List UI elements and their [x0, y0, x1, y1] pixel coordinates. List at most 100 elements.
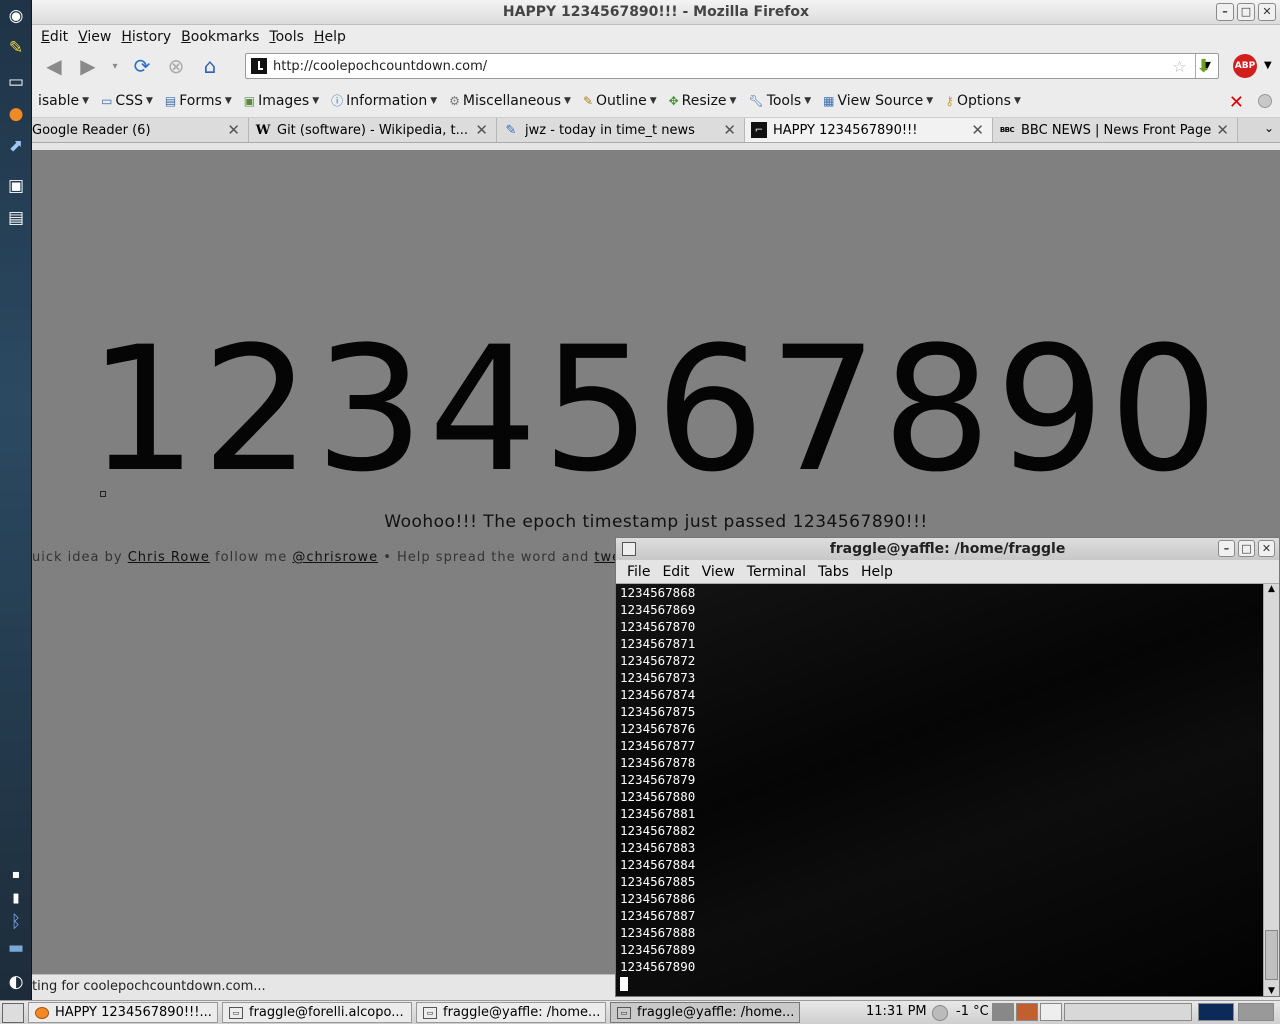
tab-jwz[interactable]: ✎ jwz - today in time_t news ✕: [497, 118, 745, 142]
terminal-line: 1234567890: [620, 959, 696, 974]
chevron-down-icon: ▼: [82, 95, 90, 106]
workspace-2[interactable]: [1016, 1003, 1038, 1021]
signal-icon[interactable]: ▮: [3, 886, 29, 910]
terminal-window-icon[interactable]: [622, 542, 636, 556]
twitter-handle-link[interactable]: @chrisrowe: [292, 550, 378, 565]
woohoo-message: Woohoo!!! The epoch timestamp just passe…: [384, 512, 928, 532]
chevron-down-icon: ▼: [1013, 95, 1021, 106]
wd-outline-menu[interactable]: ✎ Outline ▼: [577, 93, 663, 109]
disk-launcher-icon[interactable]: ▣: [3, 174, 29, 198]
menu-tools[interactable]: Tools: [264, 29, 309, 45]
workspace-4[interactable]: [1064, 1003, 1192, 1021]
scroll-up-icon[interactable]: ▲: [1264, 584, 1279, 594]
taskbar-item-terminal-yaffle-2[interactable]: ▭ fraggle@yaffle: /home...: [610, 1002, 800, 1023]
terminal-titlebar[interactable]: fraggle@yaffle: /home/fraggle – □ ✕: [616, 538, 1279, 560]
terminal-line: 1234567886: [620, 891, 696, 906]
terminal-line: 1234567871: [620, 636, 696, 651]
tab-happy-epoch[interactable]: ⌐ HAPPY 1234567890!!! ✕: [745, 118, 993, 142]
wd-css-menu[interactable]: ▭ CSS ▼: [95, 93, 159, 109]
bookmark-star-icon[interactable]: ☆: [1172, 57, 1186, 76]
adblock-plus-icon[interactable]: ABP: [1233, 54, 1257, 78]
show-desktop-icon[interactable]: [2, 1002, 24, 1023]
maximize-button[interactable]: □: [1237, 3, 1255, 21]
terminal-window[interactable]: fraggle@yaffle: /home/fraggle – □ ✕ File…: [615, 537, 1280, 997]
terminal-maximize-button[interactable]: □: [1238, 540, 1255, 557]
tab-git-wikipedia[interactable]: W Git (software) - Wikipedia, t... ✕: [249, 118, 497, 142]
close-tab-icon[interactable]: ✕: [1216, 121, 1229, 139]
terminal-line: 1234567876: [620, 721, 696, 736]
window-titlebar[interactable]: HAPPY 1234567890!!! - Mozilla Firefox – …: [32, 0, 1280, 25]
tab-bbc-news[interactable]: BBC BBC NEWS | News Front Page ✕: [993, 118, 1238, 142]
clock[interactable]: 11:31 PM: [866, 1004, 927, 1019]
history-dropdown-icon[interactable]: ▾: [108, 52, 122, 80]
taskbar-item-terminal-yaffle-1[interactable]: ▭ fraggle@yaffle: /home...: [416, 1002, 606, 1023]
ubuntu-menu-icon[interactable]: ◉: [3, 4, 29, 28]
volume-control-icon[interactable]: ▪: [3, 862, 29, 886]
tab-google-reader[interactable]: Google Reader (6) ✕: [32, 118, 249, 142]
url-bar[interactable]: http://coolepochcountdown.com/ ☆ ▼: [245, 53, 1219, 79]
wd-miscellaneous-menu[interactable]: ⚙ Miscellaneous ▼: [443, 93, 577, 109]
stop-button-icon[interactable]: ⊗: [162, 52, 190, 80]
terminal-scrollbar[interactable]: ▲ ▼: [1263, 584, 1279, 996]
menu-edit[interactable]: Edit: [36, 29, 73, 45]
download-icon[interactable]: ⬇: [1196, 56, 1211, 77]
terminal-launcher-icon[interactable]: ▭: [3, 70, 29, 94]
lock-screen-icon[interactable]: ▤: [3, 206, 29, 230]
terminal-menu-edit[interactable]: Edit: [657, 564, 696, 580]
close-tab-icon[interactable]: ✕: [227, 121, 240, 139]
close-toolbar-icon[interactable]: ✕: [1229, 92, 1244, 113]
system-monitor-graph[interactable]: [1198, 1003, 1234, 1021]
terminal-close-button[interactable]: ✕: [1258, 540, 1275, 557]
wd-images-menu[interactable]: ▣ Images ▼: [238, 93, 325, 109]
menu-bookmarks[interactable]: Bookmarks: [176, 29, 264, 45]
wd-tools-menu[interactable]: 🔧︎ Tools ▼: [742, 93, 817, 109]
wd-resize-menu[interactable]: ✥ Resize ▼: [663, 93, 743, 109]
terminal-menu-help[interactable]: Help: [856, 564, 900, 580]
tab-list-chevron-icon[interactable]: ⌄: [1264, 121, 1274, 135]
network-launcher-icon[interactable]: ⬈: [3, 134, 29, 158]
wd-disable-menu[interactable]: isable ▼: [32, 93, 95, 109]
home-button-icon[interactable]: ⌂: [196, 52, 224, 80]
close-tab-icon[interactable]: ✕: [723, 121, 736, 139]
workspace-3[interactable]: [1040, 1003, 1062, 1021]
folder-icon[interactable]: ▬: [3, 936, 29, 960]
terminal-menu-terminal[interactable]: Terminal: [742, 564, 813, 580]
terminal-line: 1234567885: [620, 874, 696, 889]
menu-help[interactable]: Help: [309, 29, 351, 45]
terminal-line: 1234567878: [620, 755, 696, 770]
pencil-icon: ✎: [505, 122, 517, 138]
scroll-down-icon[interactable]: ▼: [1264, 986, 1279, 996]
author-link[interactable]: Chris Rowe: [128, 550, 210, 565]
terminal-menu-file[interactable]: File: [622, 564, 657, 580]
minimize-button[interactable]: –: [1216, 3, 1234, 21]
scrollbar-thumb[interactable]: [1265, 930, 1278, 980]
bluetooth-icon[interactable]: ᛒ: [3, 910, 29, 934]
taskbar-item-terminal-forelli[interactable]: ▭ fraggle@forelli.alcopo...: [222, 1002, 412, 1023]
trash-icon[interactable]: [1238, 1003, 1274, 1021]
back-button-icon[interactable]: ◀: [40, 52, 68, 80]
taskbar-item-firefox[interactable]: HAPPY 1234567890!!!...: [28, 1002, 218, 1023]
terminal-menu-tabs[interactable]: Tabs: [813, 564, 856, 580]
close-tab-icon[interactable]: ✕: [475, 121, 488, 139]
close-window-button[interactable]: ✕: [1258, 3, 1276, 21]
menu-history[interactable]: History: [116, 29, 176, 45]
wd-options-menu[interactable]: ⚷ Options ▼: [939, 93, 1027, 109]
temperature: -1 °C: [956, 1004, 989, 1019]
terminal-minimize-button[interactable]: –: [1218, 540, 1235, 557]
wd-information-menu[interactable]: ⓘ Information ▼: [325, 92, 443, 109]
terminal-output[interactable]: 1234567868 1234567869 1234567870 1234567…: [616, 584, 1262, 996]
notes-icon[interactable]: ✎: [3, 36, 29, 60]
terminal-menu-view[interactable]: View: [697, 564, 742, 580]
workspace-1[interactable]: [992, 1003, 1014, 1021]
navigation-toolbar: ◀ ▶ ▾ ⟳ ⊗ ⌂ http://coolepochcountdown.co…: [32, 48, 1280, 84]
wd-view-source-menu[interactable]: ▦ View Source ▼: [817, 93, 939, 109]
wd-forms-menu[interactable]: ▤ Forms ▼: [159, 93, 238, 109]
forward-button-icon[interactable]: ▶: [74, 52, 102, 80]
reload-button-icon[interactable]: ⟳: [128, 52, 156, 80]
firefox-launcher-icon[interactable]: ●: [3, 102, 29, 126]
terminal-menubar: File Edit View Terminal Tabs Help: [616, 560, 1279, 584]
close-tab-icon[interactable]: ✕: [971, 121, 984, 139]
adblock-dropdown-icon[interactable]: ▼: [1264, 60, 1272, 71]
menu-view[interactable]: View: [73, 29, 116, 45]
speaker-icon[interactable]: ◐: [3, 970, 29, 994]
